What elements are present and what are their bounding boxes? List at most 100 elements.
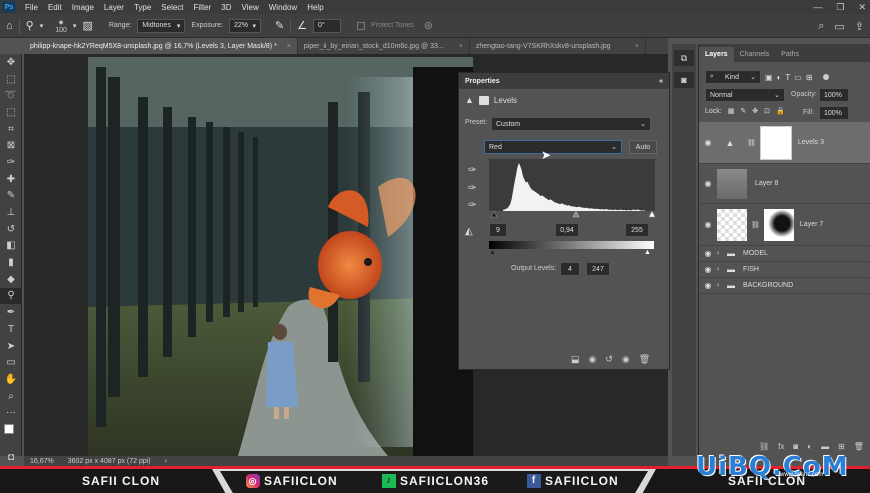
input-gamma-slider[interactable] [572, 210, 580, 218]
layer-mask-thumbnail[interactable] [763, 208, 794, 241]
brush-settings-icon[interactable]: ▨ [82, 19, 92, 32]
output-black-slider[interactable]: ▲ [489, 249, 496, 256]
menu-layer[interactable]: Layer [99, 3, 129, 12]
layer-style-icon[interactable]: fx [778, 442, 784, 451]
lock-position-icon[interactable]: ✥ [752, 107, 758, 115]
close-icon[interactable]: × [287, 43, 291, 50]
preset-select[interactable]: Custom ⌄ [491, 117, 651, 131]
quick-mask-icon[interactable]: ◘ [0, 449, 22, 466]
history-icon[interactable]: ⧉ [674, 50, 694, 66]
clipping-warning-icon[interactable]: ◭ [465, 226, 473, 237]
tab-paths[interactable]: Paths [775, 47, 805, 62]
tab-channels[interactable]: Channels [734, 47, 776, 62]
layer-group-model[interactable]: ◉ › ▬ MODEL [699, 246, 870, 262]
clip-to-layer-icon[interactable]: ⬓ [571, 354, 580, 365]
chain-icon[interactable]: ⛓ [751, 221, 760, 229]
add-mask-icon[interactable]: ◙ [793, 442, 798, 451]
levels-adjustment-icon[interactable]: ▲ [465, 95, 474, 105]
view-previous-icon[interactable]: ◉ [589, 354, 597, 365]
new-layer-icon[interactable]: ⊞ [838, 442, 845, 451]
chain-icon[interactable]: ⛓ [747, 139, 756, 147]
object-selection-tool-icon[interactable]: ⬚ [0, 104, 22, 121]
collapse-icon[interactable]: « [659, 78, 663, 85]
link-layers-icon[interactable]: ⛓ [759, 442, 769, 451]
range-select[interactable]: Midtones ▾ [137, 18, 186, 33]
layer-row-layer-8[interactable]: ◉ Layer 8 [699, 164, 870, 204]
filter-smart-object-icon[interactable]: ⊞ [806, 73, 813, 82]
adjustments-icon[interactable]: ◙ [674, 72, 694, 88]
visibility-eye-icon[interactable]: ◉ [699, 179, 717, 188]
filter-kind-select[interactable]: ⌕ Kind ⌄ [705, 70, 761, 84]
pressure-icon[interactable]: ⊛ [424, 19, 433, 32]
visibility-eye-icon[interactable]: ◉ [699, 220, 717, 229]
blur-tool-icon[interactable]: ◆ [0, 271, 22, 288]
visibility-icon[interactable]: ◉ [622, 354, 630, 365]
search-icon[interactable]: ⌕ [818, 20, 824, 33]
dodge-tool-icon[interactable]: ⚲ [0, 287, 22, 305]
lasso-tool-icon[interactable]: ➰ [0, 87, 22, 104]
eraser-tool-icon[interactable]: ◧ [0, 238, 22, 255]
visibility-eye-icon[interactable]: ◉ [699, 138, 717, 147]
filter-type-icon[interactable]: T [785, 73, 790, 82]
trash-icon[interactable]: 🗑 [854, 442, 864, 451]
filter-pixel-icon[interactable]: ▣ [765, 73, 773, 82]
exposure-input[interactable]: 22% ▾ [228, 18, 261, 33]
menu-image[interactable]: Image [67, 3, 99, 12]
input-white-slider[interactable] [648, 210, 655, 218]
angle-icon[interactable]: ∠ [297, 19, 307, 32]
pen-tool-icon[interactable]: ✒ [0, 304, 22, 321]
instagram-handle[interactable]: ◎ SAFIICLON [246, 472, 338, 489]
input-gamma-field[interactable]: 0,94 [555, 223, 579, 237]
output-black-field[interactable]: 4 [560, 262, 580, 276]
black-point-eyedropper-icon[interactable]: ✑ [468, 165, 476, 176]
tab-piper[interactable]: piper_ii_by_eirian_stock_d10m6c.jpg @ 33… [298, 38, 470, 54]
more-tools-icon[interactable]: ··· [0, 404, 22, 421]
auto-button[interactable]: Auto [629, 140, 657, 154]
facebook-handle[interactable]: f SAFIICLON [527, 472, 619, 489]
layer-mask-thumbnail[interactable] [759, 125, 792, 160]
type-tool-icon[interactable]: T [0, 321, 22, 338]
layer-row-levels-3[interactable]: ◉ ▲ ⛓ Levels 3 [699, 122, 870, 164]
menu-select[interactable]: Select [156, 3, 188, 12]
airbrush-icon[interactable]: ✎ [275, 19, 284, 32]
hand-tool-icon[interactable]: ✋ [0, 371, 22, 388]
share-icon[interactable]: ⇪ [855, 20, 864, 33]
gray-point-eyedropper-icon[interactable]: ✑ [468, 183, 476, 194]
blend-mode-select[interactable]: Normal ⌄ [705, 88, 785, 102]
chevron-right-icon[interactable]: › [717, 266, 727, 273]
home-icon[interactable]: ⌂ [6, 20, 13, 32]
chevron-right-icon[interactable]: › [717, 282, 727, 289]
white-point-eyedropper-icon[interactable]: ✑ [468, 200, 476, 211]
menu-3d[interactable]: 3D [216, 3, 236, 12]
restore-button[interactable]: ❐ [836, 2, 844, 13]
tab-layers[interactable]: Layers [699, 47, 734, 62]
layer-group-fish[interactable]: ◉ › ▬ FISH [699, 262, 870, 278]
brush-preset-picker[interactable]: ● 100 [55, 17, 67, 34]
reset-icon[interactable]: ↺ [605, 354, 613, 365]
lock-all-icon[interactable]: 🔒 [776, 107, 785, 115]
zoom-level[interactable]: 16,67% [30, 458, 54, 465]
output-white-field[interactable]: 247 [586, 262, 610, 276]
menu-file[interactable]: File [20, 3, 43, 12]
status-arrow-icon[interactable]: › [165, 458, 167, 465]
close-icon[interactable]: × [635, 43, 639, 50]
tiktok-handle[interactable]: ♪ SAFIICLON36 [382, 472, 489, 489]
tab-philipp-knape[interactable]: philipp-knape-hk2YReqM5X8-unsplash.jpg @… [24, 38, 298, 54]
brush-chevron-icon[interactable]: ▾ [73, 22, 77, 30]
clone-stamp-tool-icon[interactable]: ⊥ [0, 204, 22, 221]
crop-tool-icon[interactable]: ⌗ [0, 121, 22, 138]
visibility-eye-icon[interactable]: ◉ [699, 281, 717, 290]
chevron-right-icon[interactable]: › [717, 250, 727, 257]
menu-help[interactable]: Help [302, 3, 328, 12]
color-swatches[interactable] [0, 421, 22, 449]
filter-adjustment-icon[interactable]: ◐ [777, 73, 782, 82]
dodge-tool-icon[interactable]: ⚲ [26, 19, 34, 32]
healing-brush-tool-icon[interactable]: ✚ [0, 171, 22, 188]
visibility-eye-icon[interactable]: ◉ [699, 265, 717, 274]
foreground-color-swatch[interactable] [4, 424, 14, 435]
tool-preset-chevron-icon[interactable]: ▾ [40, 22, 44, 30]
menu-edit[interactable]: Edit [43, 3, 67, 12]
menu-type[interactable]: Type [129, 3, 156, 12]
workspace-icon[interactable]: ▭ [834, 20, 844, 33]
rectangle-tool-icon[interactable]: ▭ [0, 354, 22, 371]
